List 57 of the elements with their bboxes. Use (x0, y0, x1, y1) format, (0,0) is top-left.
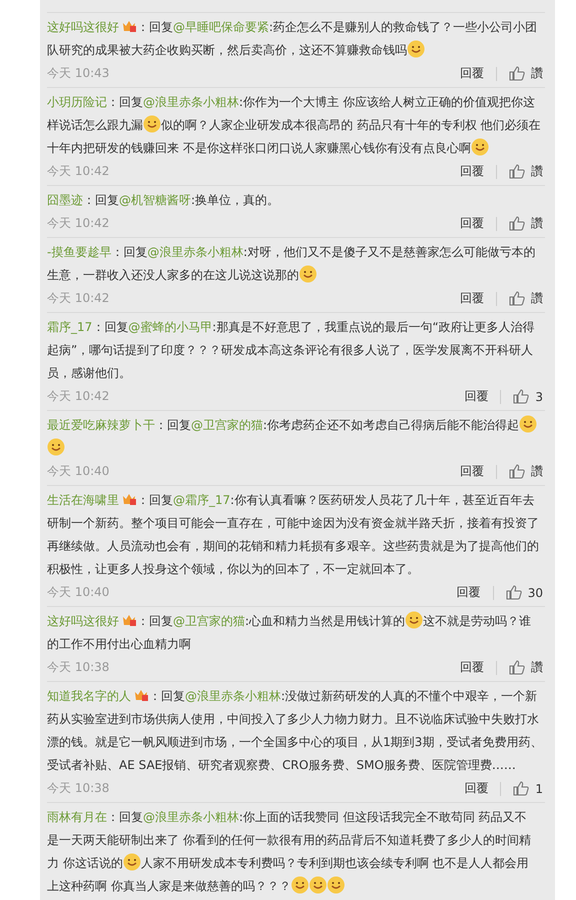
user-name-link[interactable]: 知道我名字的人 (47, 689, 131, 703)
reply-link[interactable]: 回覆 (460, 659, 484, 676)
reply-link[interactable]: 回覆 (460, 215, 484, 232)
like-count[interactable]: 讚 (531, 215, 543, 232)
comment-text: 生活在海啸里 ：回复@霜序_17:你有认真看嘛？医药研发人员花了几十年，甚至近百年去研制一个新药。整个项目可能会一直存在，可能中途因为没有资金就半路夭折，接着有投资了再继续做。人员流动也会有，期间的花销和精力耗损有多艰辛。这些药贵就是为了提高他们的积极性，让更多人投身这个领域，你以为的回本了，不一定就回本了。 (47, 491, 540, 578)
reply-link[interactable]: 回覆 (460, 290, 484, 307)
comment-text: 这好吗这很好 ：回复@卫宫家的猫:心血和精力当然是用钱计算的 这不就是劳动吗？谁的工作不用付出心血精力啊 (47, 610, 543, 656)
comment-time: 今天 10:42 (47, 388, 110, 405)
user-name-link[interactable]: 这好吗这很好 (47, 614, 119, 628)
comment-time: 今天 10:43 (47, 65, 110, 82)
mention-link[interactable]: @机智糖酱呀 (119, 193, 191, 207)
user-name-link[interactable]: 最近爱吃麻辣萝卜干 (47, 418, 155, 432)
like-count[interactable]: 讚 (531, 659, 543, 676)
mention-link[interactable]: @早睡吧保命要紧 (173, 20, 269, 34)
comment-time: 今天 10:38 (47, 659, 110, 676)
mention-link[interactable]: @卫宫家的猫 (173, 614, 245, 628)
like-count[interactable]: 讚 (531, 463, 543, 480)
mention-link[interactable]: @浪里赤条小粗林 (185, 689, 281, 703)
user-name-link[interactable]: 雨林有月在 (47, 810, 107, 824)
like-count[interactable]: 30 (528, 586, 543, 600)
like-count[interactable]: 讚 (531, 163, 543, 180)
mention-link[interactable]: @浪里赤条小粗林 (143, 810, 239, 824)
comment-text: 囧墨迹：回复@机智糖酱呀:换单位，真的。 (47, 192, 280, 209)
comment-time: 今天 10:40 (47, 463, 110, 480)
user-name-link[interactable]: 囧墨迹 (47, 193, 83, 207)
comment-text: 最近爱吃麻辣萝卜干：回复@卫宫家的猫:你考虑药企还不如考虑自己得病后能不能治得起 (47, 414, 543, 460)
like-count[interactable]: 1 (535, 782, 543, 796)
comment-text: 小玥历险记：回复@浪里赤条小粗林:你作为一个大博主 你应该给人树立正确的价值观把你这样说话怎么跟九漏 似的啊？人家企业研发成本很高昂的 药品只有十年的专利权 他们必须在十年内把研发的钱赚回来 不是你这样张口闭口说人家赚黑心钱你有没有点良心啊 (47, 94, 542, 158)
like-count[interactable]: 讚 (531, 65, 543, 82)
mention-link[interactable]: @浪里赤条小粗林 (147, 245, 244, 259)
reply-link[interactable]: 回覆 (460, 463, 484, 480)
user-name-link[interactable]: 生活在海啸里 (47, 493, 119, 507)
like-count[interactable]: 3 (535, 390, 543, 404)
reply-link[interactable]: 回覆 (460, 163, 484, 180)
mention-link[interactable]: @卫宫家的猫 (191, 418, 263, 432)
like-count[interactable]: 讚 (531, 290, 543, 307)
mention-link[interactable]: @浪里赤条小粗林 (143, 95, 239, 109)
user-name-link[interactable]: -摸鱼要趁早 (47, 245, 112, 259)
user-name-link[interactable]: 霜序_17 (47, 320, 92, 334)
comment-text: 雨林有月在：回复@浪里赤条小粗林:你上面的话我赞同 但这段话我完全不敢苟同 药品又不是一天两天能研制出来了 你看到的任何一款很有用的药品背后不知道耗费了多少人的时间精力 你这话说的 人家不用研发成本专利费吗？专利到期也该会续专利啊 也不是人人都会用上这种药啊 你真当人家是来做慈善的吗？？？ (47, 809, 532, 896)
comment-time: 今天 10:42 (47, 290, 110, 307)
comment-time: 今天 10:42 (47, 163, 110, 180)
reply-link[interactable]: 回覆 (456, 584, 481, 601)
comment-text: -摸鱼要趁早：回复@浪里赤条小粗林:对呀，他们又不是傻子又不是慈善家怎么可能做亏本的生意，一群收入还没人家多的在这儿说这说那的 (47, 244, 536, 285)
mention-link[interactable]: @霜序_17 (173, 493, 230, 507)
user-name-link[interactable]: 这好吗这很好 (47, 20, 119, 34)
mention-link[interactable]: @蜜蜂的小马甲 (128, 320, 212, 334)
comment-time: 今天 10:38 (47, 780, 110, 797)
reply-link[interactable]: 回覆 (460, 65, 484, 82)
reply-link[interactable]: 回覆 (464, 780, 488, 797)
user-name-link[interactable]: 小玥历险记 (47, 95, 107, 109)
comment-time: 今天 10:40 (47, 584, 110, 601)
comment-text: 这好吗这很好 ：回复@早睡吧保命要紧:药企怎么不是赚别人的救命钱了？一些小公司小团队研究的成果被大药企收购买断，然后卖高价，这还不算赚救命钱吗 (47, 18, 538, 60)
comment-text: 知道我名字的人 ：回复@浪里赤条小粗林:没做过新药研发的人真的不懂个中艰辛，一个新药从实验室进到市场供病人使用，中间投入了多少人力物力财力。且不说临床试验中失败打水漂的钱。就是它一帆风顺进到市场，一个全国多中心的项目，从1期到3期，受试者免费用药、受试者补贴、AE SAE报销、研究者观察费、CRO服务费、SMO服务费、医院管理费…… (47, 687, 543, 774)
reply-link[interactable]: 回覆 (464, 388, 488, 405)
comment-time: 今天 10:42 (47, 215, 110, 232)
comment-text: 霜序_17：回复@蜜蜂的小马甲:那真是不好意思了，我重点说的最后一句“政府让更多人治得起病”，哪句话提到了印度？？？研发成本高这条评论有很多人说了，医学发展离不开科研人员，感谢他们。 (47, 319, 536, 382)
